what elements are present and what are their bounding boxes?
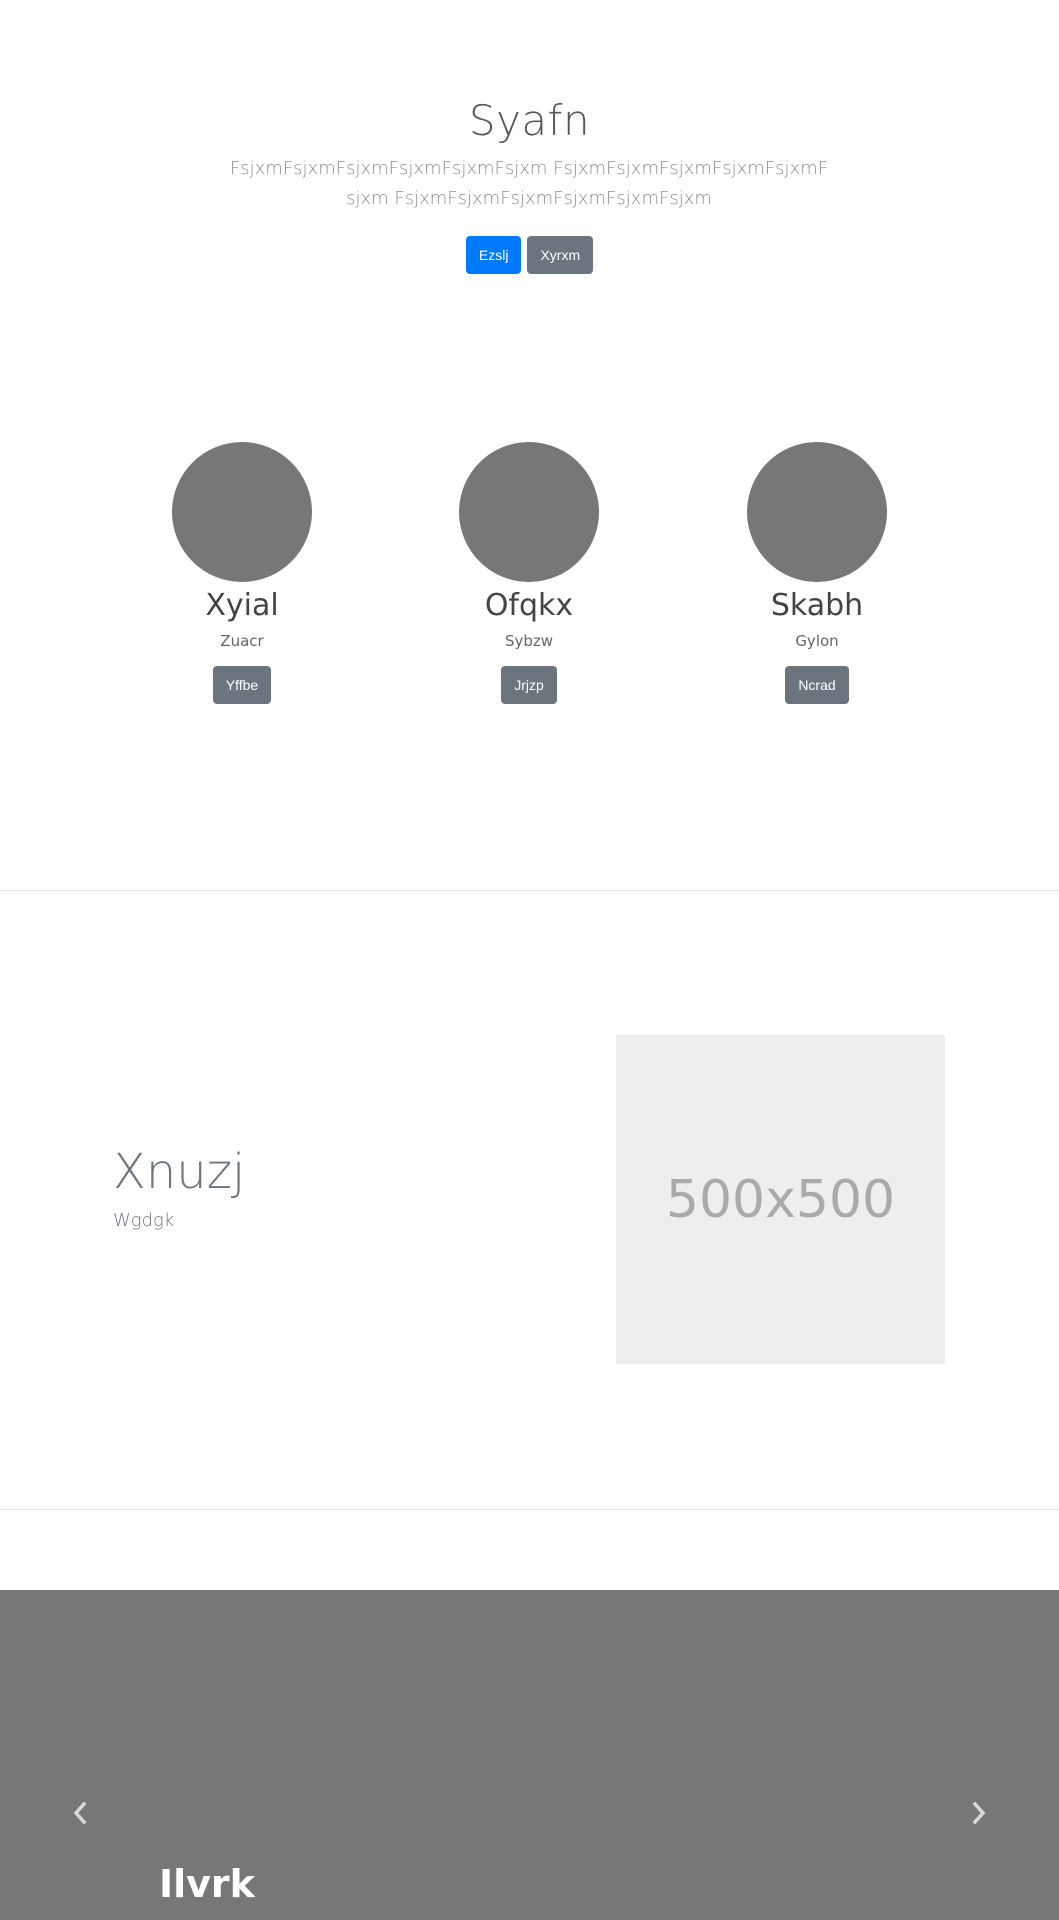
trio-text: Sybzw	[504, 632, 554, 650]
featurette-heading: Xnuzj	[113, 1144, 246, 1200]
trio-heading: Ofqkx	[484, 588, 574, 623]
trio-text: Zuacr	[220, 632, 264, 650]
section-divider	[0, 890, 1059, 891]
avatar-placeholder	[747, 442, 887, 582]
avatar-placeholder	[459, 442, 599, 582]
hero-title: Syafn	[468, 96, 591, 145]
chevron-right-icon	[972, 1802, 986, 1824]
trio-column: Xyial Zuacr Yffbe	[122, 440, 362, 704]
carousel: Ilvrk	[0, 1590, 1059, 1920]
feature-trio: Xyial Zuacr Yffbe Ofqkx Sybzw Jrjzp Skab…	[0, 440, 1059, 720]
trio-heading: Xyial	[205, 588, 279, 623]
carousel-caption-heading: Ilvrk	[159, 1862, 255, 1906]
carousel-prev-button[interactable]	[20, 1590, 140, 1920]
section-divider	[0, 1509, 1059, 1510]
trio-heading: Skabh	[770, 588, 864, 623]
page: Syafn FsjxmFsjxmFsjxmFsjxmFsjxmFsjxm Fsj…	[0, 0, 1059, 1920]
hero-buttons: Ezslj Xyrxm	[0, 236, 1059, 274]
trio-column: Skabh Gylon Ncrad	[697, 440, 937, 704]
trio-column: Ofqkx Sybzw Jrjzp	[409, 440, 649, 704]
featurette-subheading: Wgdgk	[113, 1210, 175, 1231]
hero-secondary-button[interactable]: Xyrxm	[527, 236, 594, 274]
image-size-label: 500x500	[665, 1169, 896, 1230]
featurette-image-placeholder: 500x500	[616, 1035, 945, 1364]
hero-lead: FsjxmFsjxmFsjxmFsjxmFsjxmFsjxm FsjxmFsjx…	[229, 158, 829, 209]
carousel-next-button[interactable]	[919, 1590, 1039, 1920]
chevron-left-icon	[73, 1802, 87, 1824]
hero-primary-button[interactable]: Ezslj	[465, 236, 522, 274]
avatar-placeholder	[172, 442, 312, 582]
trio-button[interactable]: Yffbe	[212, 666, 272, 704]
trio-text: Gylon	[795, 632, 839, 650]
trio-button[interactable]: Ncrad	[785, 666, 849, 704]
trio-button[interactable]: Jrjzp	[501, 666, 557, 704]
hero-section: Syafn FsjxmFsjxmFsjxmFsjxmFsjxmFsjxm Fsj…	[0, 0, 1059, 340]
